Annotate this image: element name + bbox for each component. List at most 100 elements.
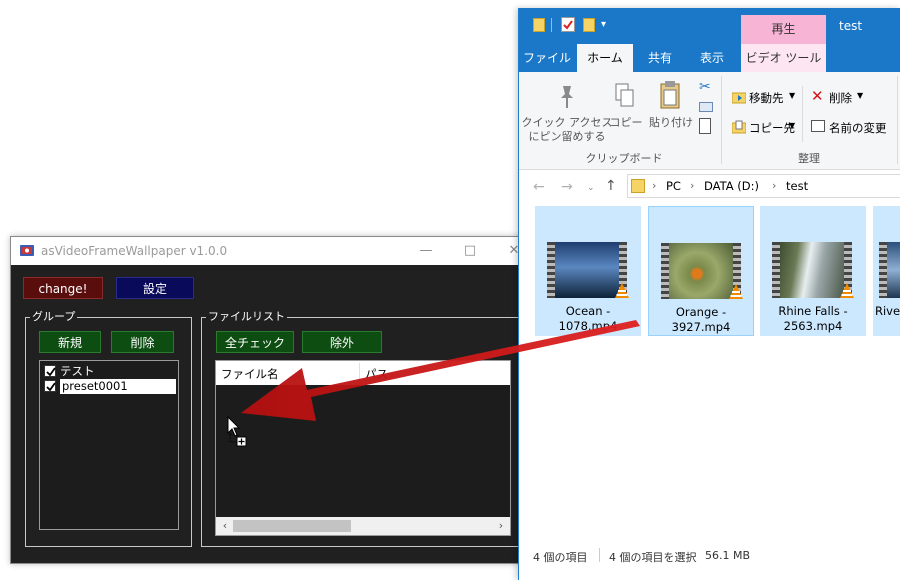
ribbon-separator xyxy=(802,86,803,142)
copy-label[interactable]: コピー xyxy=(609,116,643,130)
scroll-right-icon[interactable]: › xyxy=(495,519,507,533)
group-checkbox[interactable] xyxy=(44,365,56,377)
tab-share[interactable]: 共有 xyxy=(635,44,685,72)
breadcrumb-item[interactable]: test xyxy=(786,179,808,193)
copy-to-icon[interactable] xyxy=(731,120,747,134)
properties-icon[interactable] xyxy=(561,17,575,32)
file-name-line: Ocean - xyxy=(565,304,611,318)
drag-cursor-icon xyxy=(227,416,247,447)
chevron-right-icon: › xyxy=(652,179,657,192)
breadcrumb-item[interactable]: DATA (D:) xyxy=(704,179,759,193)
vlc-icon xyxy=(613,282,631,303)
tab-file[interactable]: ファイル xyxy=(519,44,575,72)
file-name-line: 2563.mp4 xyxy=(783,319,843,333)
horizontal-scrollbar[interactable]: ‹ › xyxy=(216,517,510,535)
settings-button[interactable]: 設定 xyxy=(116,277,194,299)
maximize-button[interactable]: □ xyxy=(447,237,493,265)
app-titlebar: asVideoFrameWallpaper v1.0.0 — □ ✕ xyxy=(11,237,525,265)
recent-dropdown-icon[interactable]: ⌄ xyxy=(587,180,595,196)
move-to-dropdown-icon[interactable]: ▼ xyxy=(789,91,795,100)
column-path[interactable]: パス xyxy=(365,366,388,382)
group-item-label: preset0001 xyxy=(60,379,176,394)
copy-to-dropdown-icon[interactable]: ▼ xyxy=(789,121,795,130)
explorer-title: test xyxy=(839,19,863,33)
file-list[interactable]: ファイル名 パス ‹ › xyxy=(215,360,511,536)
group-item[interactable]: テスト xyxy=(44,364,176,378)
file-tile[interactable]: Ocean - 1078.mp4 xyxy=(535,206,641,336)
paste-shortcut-icon[interactable] xyxy=(699,118,711,134)
address-area: ← → ⌄ ↑ › PC › DATA (D:) › test xyxy=(519,170,900,206)
qat-dropdown-icon[interactable]: ▾ xyxy=(601,19,606,30)
file-list-header: ファイル名 パス xyxy=(216,361,510,385)
delete-group-button[interactable]: 削除 xyxy=(111,331,174,353)
move-to-icon[interactable] xyxy=(731,90,747,104)
minimize-button[interactable]: — xyxy=(403,237,449,265)
file-name-line: 1078.mp4 xyxy=(558,319,618,333)
check-all-button[interactable]: 全チェック xyxy=(216,331,294,353)
address-bar[interactable]: › PC › DATA (D:) › test xyxy=(627,174,900,198)
organize-group-label: 整理 xyxy=(798,152,820,165)
group-item-label: テスト xyxy=(60,364,95,378)
status-item-count: 4 個の項目 xyxy=(533,551,588,564)
explorer-window: ▾ 再生 test ファイル ホーム 共有 表示 ビデオ ツール クイック アク… xyxy=(518,8,900,580)
change-button[interactable]: change! xyxy=(23,277,103,299)
exclude-button[interactable]: 除外 xyxy=(302,331,382,353)
move-to-label[interactable]: 移動先 xyxy=(749,90,784,106)
contextual-tab-play[interactable]: 再生 xyxy=(741,15,826,44)
status-bar: 4 個の項目 4 個の項目を選択 56.1 MB xyxy=(519,542,900,570)
filmstrip xyxy=(661,243,669,299)
paste-icon[interactable] xyxy=(659,80,681,110)
new-folder-icon[interactable] xyxy=(583,18,595,32)
rename-icon[interactable] xyxy=(811,120,825,132)
ribbon-tabs: ファイル ホーム 共有 表示 ビデオ ツール xyxy=(519,44,900,72)
filelist-legend: ファイルリスト xyxy=(206,310,287,324)
new-group-button[interactable]: 新規 xyxy=(39,331,101,353)
tab-home[interactable]: ホーム xyxy=(577,44,633,72)
file-tile[interactable]: Rhine Falls - 2563.mp4 xyxy=(760,206,866,336)
file-name: Orange - 3927.mp4 xyxy=(649,305,753,335)
breadcrumb-item[interactable]: PC xyxy=(666,179,681,193)
group-list[interactable]: テスト preset0001 xyxy=(39,360,179,530)
copy-icon[interactable] xyxy=(615,82,635,110)
delete-label[interactable]: 削除 xyxy=(829,90,852,106)
tab-video-tools[interactable]: ビデオ ツール xyxy=(741,44,826,72)
rename-label[interactable]: 名前の変更 xyxy=(829,120,887,136)
file-tile[interactable]: Rive xyxy=(873,206,900,336)
delete-icon[interactable]: ✕ xyxy=(811,88,824,104)
app-window: asVideoFrameWallpaper v1.0.0 — □ ✕ chang… xyxy=(10,236,527,564)
scrollbar-thumb[interactable] xyxy=(233,520,351,532)
filmstrip xyxy=(879,242,887,298)
file-name: Rhine Falls - 2563.mp4 xyxy=(760,304,866,334)
group-item[interactable]: preset0001 xyxy=(44,379,176,394)
folder-icon xyxy=(631,179,645,193)
up-icon[interactable]: ↑ xyxy=(605,178,617,194)
file-tile[interactable]: Orange - 3927.mp4 xyxy=(648,206,754,336)
file-name-line: Rhine Falls - xyxy=(778,304,848,318)
explorer-titlebar: ▾ 再生 test xyxy=(519,8,900,44)
status-separator xyxy=(599,548,600,562)
clipboard-group-label: クリップボード xyxy=(585,152,663,165)
tab-view[interactable]: 表示 xyxy=(687,44,737,72)
group-checkbox[interactable] xyxy=(44,380,56,392)
forward-icon[interactable]: → xyxy=(561,179,573,195)
video-thumbnail xyxy=(879,242,900,298)
chevron-right-icon: › xyxy=(772,179,777,192)
paste-label[interactable]: 貼り付け xyxy=(649,116,693,130)
status-size: 56.1 MB xyxy=(705,549,751,562)
column-filename[interactable]: ファイル名 xyxy=(221,366,279,382)
filmstrip xyxy=(772,242,780,298)
ribbon: クイック アクセス にピン留めする コピー 貼り付け ✂ クリップボード 移動先… xyxy=(519,72,900,170)
cut-icon[interactable]: ✂ xyxy=(699,80,713,94)
filmstrip xyxy=(547,242,555,298)
column-divider[interactable] xyxy=(359,363,360,383)
group-legend: グループ xyxy=(30,310,78,324)
scroll-left-icon[interactable]: ‹ xyxy=(219,519,231,533)
copy-path-icon[interactable] xyxy=(699,102,713,112)
folder-icon xyxy=(533,18,545,32)
delete-dropdown-icon[interactable]: ▼ xyxy=(857,91,863,100)
pin-label-line1[interactable]: クイック アクセス xyxy=(521,116,613,130)
app-title-text: asVideoFrameWallpaper v1.0.0 xyxy=(41,244,228,258)
pin-label-line2[interactable]: にピン留めする xyxy=(521,130,613,144)
back-icon[interactable]: ← xyxy=(533,179,545,195)
pin-icon[interactable] xyxy=(557,84,577,110)
